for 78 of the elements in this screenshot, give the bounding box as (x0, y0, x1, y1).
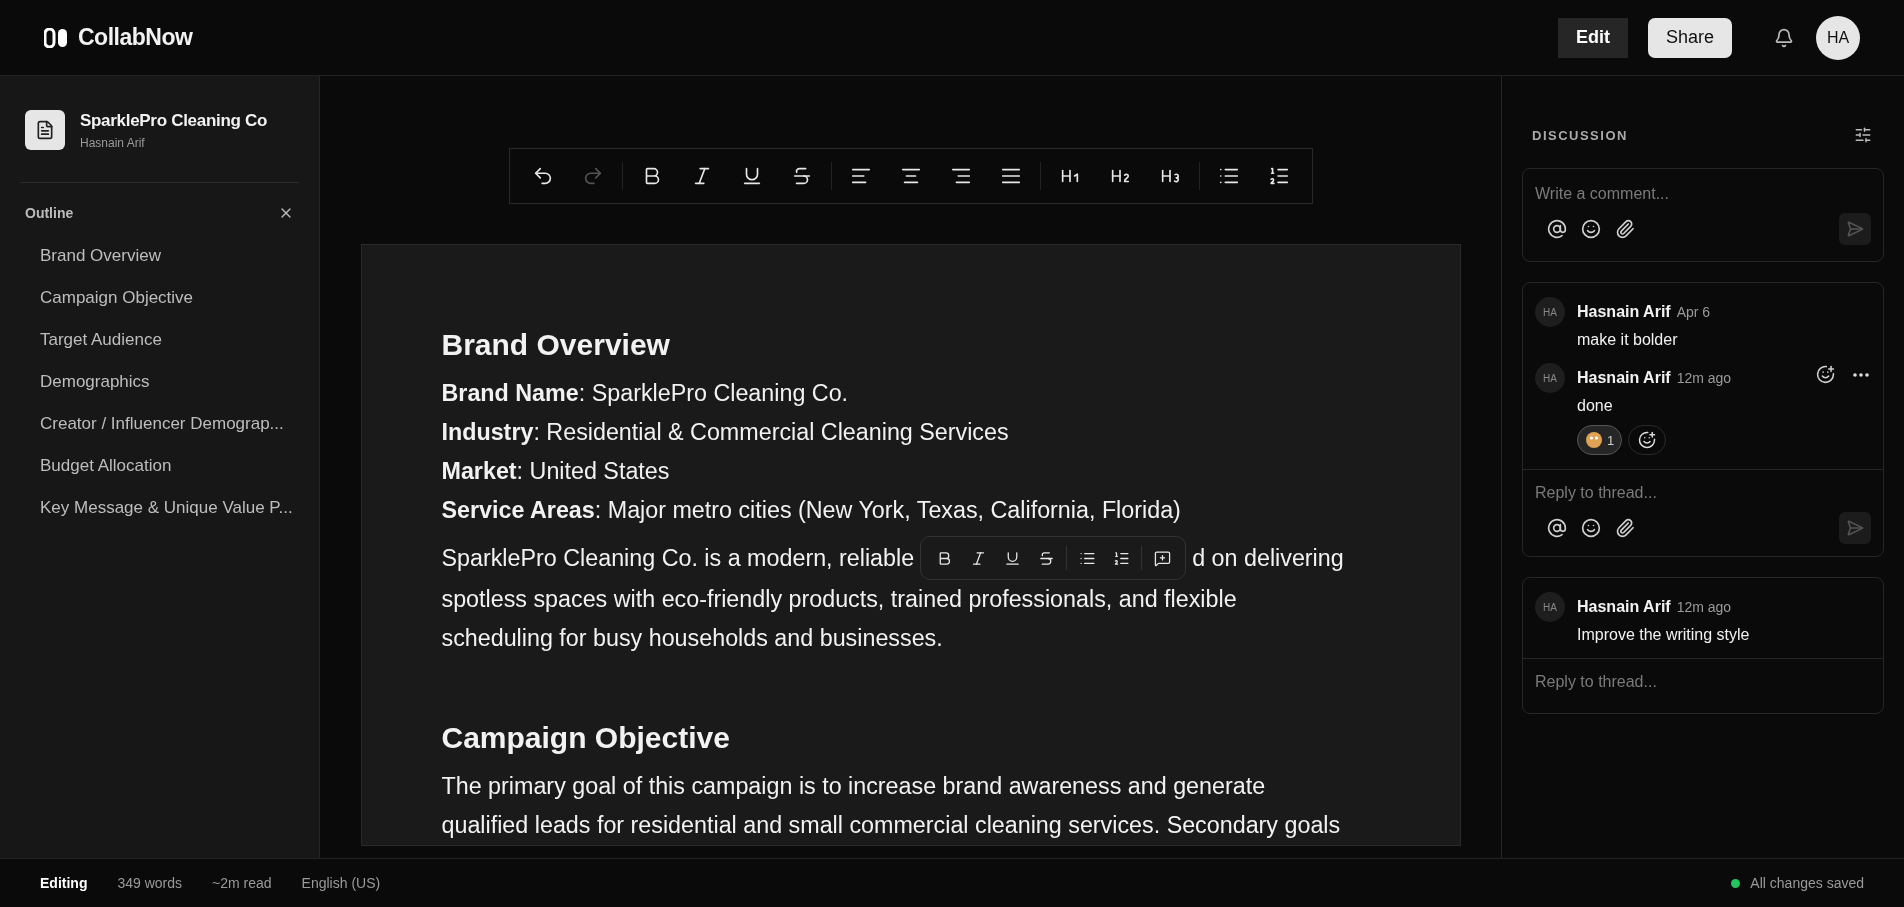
fact-line: Market: United States (441, 457, 671, 486)
emoji-button[interactable] (1579, 516, 1603, 540)
comment-input[interactable]: Write a comment... (1535, 183, 1871, 213)
reply-box[interactable]: Reply to thread... (1523, 658, 1883, 713)
outline-item[interactable]: Budget Allocation (20, 445, 299, 487)
save-status: All changes saved (1750, 875, 1864, 891)
comment-author: Hasnain Arif (1577, 369, 1671, 386)
outline-item[interactable]: Creator / Influencer Demograp... (20, 403, 299, 445)
document-title: SparklePro Cleaning Co (80, 110, 268, 131)
app-name: CollabNow (78, 24, 193, 51)
reaction-chip[interactable]: 1 (1577, 425, 1623, 455)
comment-time: 12m ago (1676, 599, 1732, 615)
at-sign-icon (1547, 518, 1567, 538)
smiley-icon (1581, 518, 1601, 538)
comment-author: Hasnain Arif (1577, 598, 1671, 615)
send-button[interactable] (1839, 512, 1871, 544)
numbered-list-icon (1112, 549, 1130, 567)
outline-item[interactable]: Demographics (20, 361, 299, 403)
smiley-icon (1581, 219, 1601, 239)
outline-item[interactable]: Campaign Objective (20, 277, 299, 319)
outline-item[interactable]: Key Message & Unique Value P... (20, 487, 299, 529)
emoji-icon (1585, 431, 1603, 449)
fact-line: Industry: Residential & Commercial Cleaning Services (441, 418, 1010, 447)
logo-icon (44, 27, 68, 48)
reply-input[interactable]: Reply to thread... (1535, 482, 1871, 512)
emoji-button[interactable] (1579, 217, 1603, 241)
comment-avatar: HA (1535, 297, 1565, 327)
paragraph-text: SparklePro Cleaning Co. is a modern, reliable (441, 543, 915, 573)
share-button[interactable]: Share (1647, 17, 1732, 58)
paragraph-text: The primary goal of this campaign is to increase brand awareness and generate qualified leads for residential and small commercial cleaning services. Secondary goals (441, 772, 1342, 840)
paragraph-text: d on delivering (1192, 543, 1344, 573)
fact-line: Brand Name: SparklePro Cleaning Co. (441, 379, 850, 408)
filter-icon[interactable] (1854, 126, 1872, 144)
send-button[interactable] (1839, 213, 1871, 245)
send-icon (1846, 220, 1864, 238)
strikethrough-icon (1037, 549, 1055, 567)
outline-item[interactable]: Target Audience (20, 319, 299, 361)
comment-text: Improve the writing style (1577, 626, 1751, 644)
smiley-plus-icon (1816, 365, 1835, 384)
comment-composer[interactable]: Write a comment... (1522, 168, 1884, 262)
at-sign-icon (1547, 219, 1567, 239)
numbered-list-icon (1267, 165, 1290, 187)
section-heading: Campaign Objective (441, 720, 731, 756)
paperclip-icon (1615, 219, 1635, 239)
file-icon (35, 120, 55, 140)
comment-time: 12m ago (1676, 370, 1732, 386)
ellipsis-icon (1853, 373, 1869, 377)
reply-input[interactable]: Reply to thread... (1535, 671, 1871, 701)
mention-button[interactable] (1545, 516, 1569, 540)
editing-status: Editing (40, 875, 88, 891)
comment-text: done (1577, 397, 1614, 415)
reply-box[interactable]: Reply to thread... (1523, 469, 1883, 556)
comment-time: Apr 6 (1676, 304, 1711, 320)
add-reaction-button[interactable] (1814, 363, 1837, 386)
underline-icon (1003, 549, 1021, 567)
send-icon (1846, 519, 1864, 537)
status-dot (1731, 878, 1741, 888)
discussion-title: DISCUSSION (1532, 127, 1628, 143)
document-owner: Hasnain Arif (80, 135, 146, 150)
fact-line: Service Areas: Major metro cities (New York, Texas, California, Florida) (441, 496, 1182, 525)
comment-avatar: HA (1535, 363, 1565, 393)
paragraph-text: spotless spaces with eco-friendly products, trained professionals, and flexible scheduling for busy households and businesses. (441, 585, 1238, 653)
paperclip-icon (1615, 518, 1635, 538)
notifications-icon[interactable] (1774, 27, 1794, 48)
comment-avatar: HA (1535, 592, 1565, 622)
edit-button[interactable]: Edit (1557, 17, 1628, 58)
comment-text: make it bolder (1577, 331, 1679, 349)
language[interactable]: English (US) (301, 875, 381, 891)
user-avatar[interactable]: HA (1816, 15, 1860, 60)
outline-title: Outline (25, 205, 74, 221)
smiley-plus-icon (1638, 431, 1657, 449)
mention-button[interactable] (1545, 217, 1569, 241)
section-heading: Brand Overview (441, 327, 671, 363)
add-comment-icon (1153, 549, 1171, 567)
outline-item[interactable]: Brand Overview (20, 235, 299, 277)
comment-author: Hasnain Arif (1577, 303, 1671, 320)
read-time: ~2m read (212, 875, 272, 891)
word-count: 349 words (117, 875, 183, 891)
